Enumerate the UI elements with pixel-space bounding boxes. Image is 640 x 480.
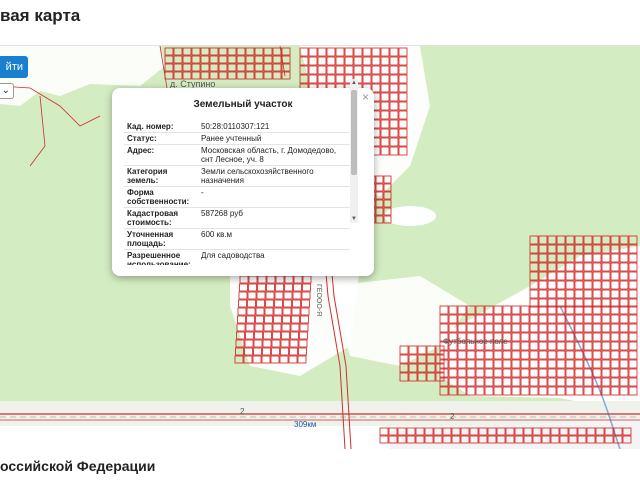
parcel-info-popup: × Земельный участок Кад. номер: 50:28:01…: [112, 88, 374, 276]
row-value: 587268 руб: [201, 209, 243, 218]
info-row-land-category: Категория земель: Земли сельскохозяйстве…: [124, 166, 350, 187]
road-number-right: 2: [450, 412, 455, 421]
page-title: вая карта: [0, 6, 81, 25]
row-value: 600 кв.м: [201, 230, 233, 239]
parcel-info-table: Кад. номер: 50:28:0110307:121 Статус: Ра…: [124, 121, 350, 265]
info-row-cadastral-number: Кад. номер: 50:28:0110307:121: [124, 121, 350, 133]
row-value: 50:28:0110307:121: [201, 122, 270, 131]
stadium-label: Футбольное поле: [443, 337, 508, 346]
popup-title: Земельный участок: [193, 99, 293, 110]
info-row-area: Уточненная площадь: 600 кв.м: [124, 229, 350, 250]
row-label: Категория земель:: [127, 167, 168, 185]
row-label: Форма собственности:: [127, 188, 190, 206]
station-label: 309км: [294, 420, 317, 429]
row-label: Кад. номер:: [127, 122, 174, 131]
scroll-up-arrow-icon[interactable]: ▲: [350, 79, 358, 87]
cadastral-map[interactable]: йти ⌄ д. Ступино Футбольное поле 309км 2…: [0, 45, 640, 449]
row-value: Московская область, г. Домодедово, снт Л…: [201, 146, 337, 164]
row-value: Для садоводства: [201, 251, 265, 260]
scroll-down-arrow-icon[interactable]: ▼: [350, 215, 358, 223]
info-row-address: Адрес: Московская область, г. Домодедово…: [124, 145, 350, 166]
find-button[interactable]: йти: [0, 56, 28, 78]
row-label: Кадастровая стоимость:: [127, 209, 179, 227]
row-label: Уточненная площадь:: [127, 230, 174, 248]
scroll-thumb[interactable]: [351, 90, 357, 175]
info-row-ownership: Форма собственности: -: [124, 187, 350, 208]
row-label: Адрес:: [127, 146, 155, 155]
road-number-left: 2: [240, 407, 245, 416]
info-row-cadastral-value: Кадастровая стоимость: 587268 руб: [124, 208, 350, 229]
info-row-status: Статус: Ранее учтенный: [124, 133, 350, 145]
row-label: Статус:: [127, 134, 157, 143]
popup-scrollbar[interactable]: ▲ ▼: [350, 79, 358, 223]
row-value: -: [201, 188, 204, 197]
row-label: Разрешенное использование:: [127, 251, 191, 265]
info-row-permitted-use: Разрешенное использование: Для садоводст…: [124, 250, 350, 265]
section-heading: оссийской Федерации: [0, 458, 156, 474]
row-value: Земли сельскохозяйственного назначения: [201, 167, 314, 185]
row-value: Ранее учтенный: [201, 134, 262, 143]
layer-select[interactable]: ⌄: [0, 83, 14, 99]
chevron-down-icon: ⌄: [1, 85, 10, 96]
railway-label: ГЕООО-Я: [315, 284, 322, 317]
